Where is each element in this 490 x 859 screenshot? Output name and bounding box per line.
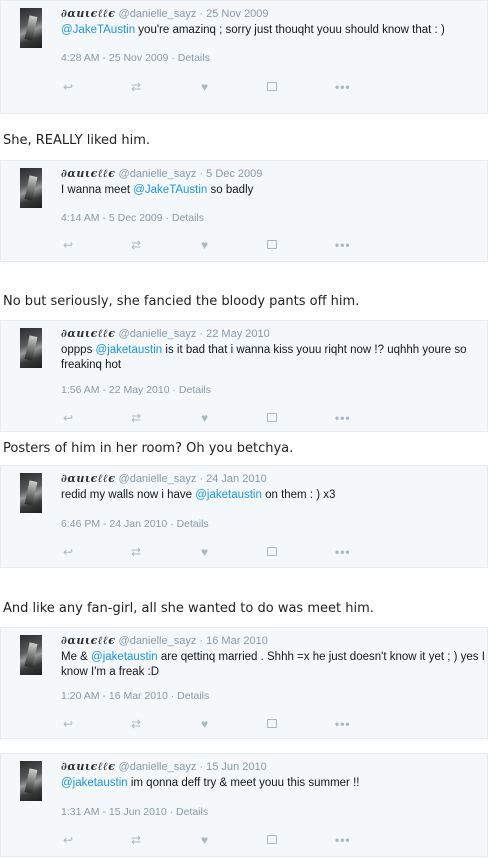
mention-link[interactable]: @jaketaustin [61,777,128,789]
retweet-icon[interactable]: ⇄ [131,80,141,94]
tweet-text: redid my walls now i have @jaketaustin o… [61,489,336,501]
more-icon[interactable]: ••• [335,411,351,425]
tweet-card: ∂αиιєℓℓє @danielle_sayz · 24 Jan 2010 re… [0,465,488,568]
handle[interactable]: @danielle_sayz [119,761,197,773]
story-caption: And like any fan-girl, all she wanted to… [3,601,374,616]
display-name[interactable]: ∂αиιєℓℓє [61,472,115,485]
tweet-text: @jaketaustin im qonna deff try & meet yo… [61,777,360,789]
save-icon[interactable] [267,545,277,559]
retweet-icon[interactable]: ⇄ [131,717,141,731]
more-icon[interactable]: ••• [335,717,351,731]
tweet-header: ∂αиιєℓℓє @danielle_sayz · 15 Jun 2010 [61,760,267,773]
heart-icon[interactable]: ♥ [201,545,208,559]
tweet-timestamp[interactable]: 4:14 AM - 5 Dec 2009 · Details [61,212,204,224]
display-name[interactable]: ∂αиιєℓℓє [61,634,115,647]
handle[interactable]: @danielle_sayz [119,328,197,340]
tweet-date[interactable]: 22 May 2010 [206,328,270,340]
mention-link[interactable]: @JakeTAustin [133,184,207,196]
display-name[interactable]: ∂αиιєℓℓє [61,167,115,180]
tweet-timestamp[interactable]: 1:20 AM - 16 Mar 2010 · Details [61,690,209,702]
story-caption: No but seriously, she fancied the bloody… [3,294,360,309]
avatar[interactable] [20,8,42,48]
avatar[interactable] [20,168,42,208]
reply-icon[interactable]: ↩ [63,411,73,425]
more-icon[interactable]: ••• [335,833,351,847]
tweet-card: ∂αиιєℓℓє @danielle_sayz · 25 Nov 2009 @J… [0,0,488,114]
avatar[interactable] [20,635,42,675]
handle[interactable]: @danielle_sayz [119,8,197,20]
tweet-header: ∂αиιєℓℓє @danielle_sayz · 22 May 2010 [61,327,270,340]
mention-link[interactable]: @JakeTAustin [61,24,135,36]
more-icon[interactable]: ••• [335,545,351,559]
tweet-text: Me & @jaketaustin are qettinq married . … [61,651,485,678]
mention-link[interactable]: @jaketaustin [96,344,163,356]
save-icon[interactable] [267,717,277,731]
save-icon[interactable] [267,833,277,847]
save-icon[interactable] [267,238,277,252]
tweet-actions: ↩ ⇄ ♥ ••• [63,545,363,559]
tweet-actions: ↩ ⇄ ♥ ••• [63,717,363,731]
tweet-card: ∂αиιєℓℓє @danielle_sayz · 15 Jun 2010 @j… [0,753,488,857]
reply-icon[interactable]: ↩ [63,80,73,94]
story-caption: She, REALLY liked him. [3,133,151,148]
heart-icon[interactable]: ♥ [201,238,208,252]
tweet-header: ∂αиιєℓℓє @danielle_sayz · 16 Mar 2010 [61,634,268,647]
tweet-actions: ↩ ⇄ ♥ ••• [63,411,363,425]
story-caption: Posters of him in her room? Oh you betch… [3,441,294,456]
heart-icon[interactable]: ♥ [201,411,208,425]
more-icon[interactable]: ••• [335,238,351,252]
tweet-timestamp[interactable]: 4:28 AM - 25 Nov 2009 · Details [61,52,210,64]
tweet-timestamp[interactable]: 1:31 AM - 15 Jun 2010 · Details [61,806,208,818]
mention-link[interactable]: @jaketaustin [91,651,158,663]
reply-icon[interactable]: ↩ [63,717,73,731]
reply-icon[interactable]: ↩ [63,833,73,847]
tweet-card: ∂αиιєℓℓє @danielle_sayz · 5 Dec 2009 I w… [0,160,488,262]
handle[interactable]: @danielle_sayz [119,635,197,647]
tweet-date[interactable]: 16 Mar 2010 [206,635,268,647]
tweet-timestamp[interactable]: 6:46 PM - 24 Jan 2010 · Details [61,518,209,530]
avatar[interactable] [20,473,42,513]
retweet-icon[interactable]: ⇄ [131,411,141,425]
tweet-header: ∂αиιєℓℓє @danielle_sayz · 24 Jan 2010 [61,472,267,485]
tweet-date[interactable]: 15 Jun 2010 [206,761,267,773]
tweet-text: oppps @jaketaustin is it bad that i wann… [61,344,467,371]
tweet-date[interactable]: 25 Nov 2009 [206,8,268,20]
avatar[interactable] [20,328,42,368]
tweet-card: ∂αиιєℓℓє @danielle_sayz · 16 Mar 2010 Me… [0,627,488,739]
tweet-text: I wanna meet @JakeTAustin so badly [61,184,254,196]
handle[interactable]: @danielle_sayz [119,473,197,485]
heart-icon[interactable]: ♥ [201,80,208,94]
tweet-actions: ↩ ⇄ ♥ ••• [63,238,363,252]
heart-icon[interactable]: ♥ [201,833,208,847]
tweet-text: @JakeTAustin you're amazinq ; sorry just… [61,24,445,36]
display-name[interactable]: ∂αиιєℓℓє [61,760,115,773]
heart-icon[interactable]: ♥ [201,717,208,731]
tweet-card: ∂αиιєℓℓє @danielle_sayz · 22 May 2010 op… [0,320,488,432]
tweet-date[interactable]: 5 Dec 2009 [206,168,262,180]
retweet-icon[interactable]: ⇄ [131,545,141,559]
mention-link[interactable]: @jaketaustin [195,489,262,501]
tweet-actions: ↩ ⇄ ♥ ••• [63,80,363,94]
tweet-header: ∂αиιєℓℓє @danielle_sayz · 5 Dec 2009 [61,167,263,180]
retweet-icon[interactable]: ⇄ [131,833,141,847]
reply-icon[interactable]: ↩ [63,545,73,559]
display-name[interactable]: ∂αиιєℓℓє [61,7,115,20]
more-icon[interactable]: ••• [335,80,351,94]
retweet-icon[interactable]: ⇄ [131,238,141,252]
save-icon[interactable] [267,411,277,425]
display-name[interactable]: ∂αиιєℓℓє [61,327,115,340]
avatar[interactable] [20,761,42,801]
handle[interactable]: @danielle_sayz [119,168,197,180]
reply-icon[interactable]: ↩ [63,238,73,252]
save-icon[interactable] [267,80,277,94]
tweet-header: ∂αиιєℓℓє @danielle_sayz · 25 Nov 2009 [61,7,269,20]
tweet-actions: ↩ ⇄ ♥ ••• [63,833,363,847]
tweet-date[interactable]: 24 Jan 2010 [206,473,267,485]
tweet-timestamp[interactable]: 1:56 AM - 22 May 2010 · Details [61,384,211,396]
